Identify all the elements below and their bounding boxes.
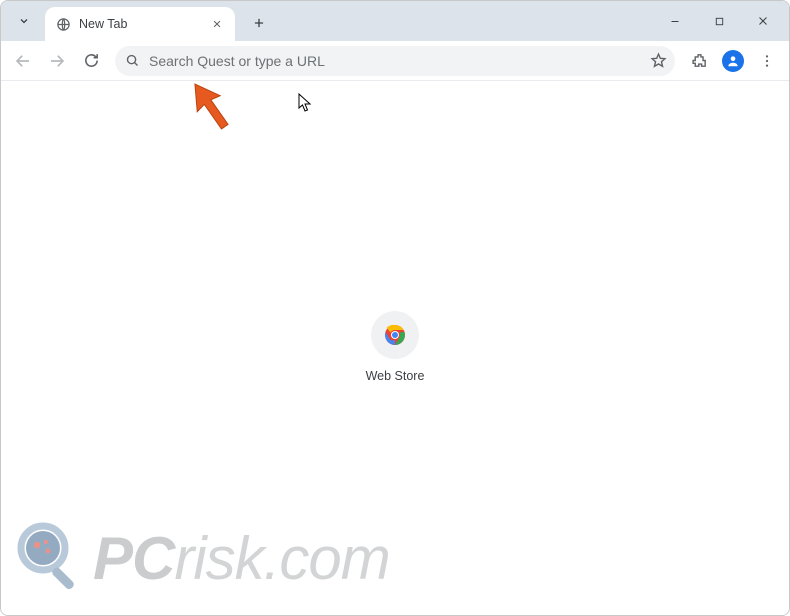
- avatar-icon: [722, 50, 744, 72]
- tab-title: New Tab: [79, 17, 209, 31]
- plus-icon: [252, 16, 266, 30]
- maximize-button[interactable]: [697, 5, 741, 37]
- shortcut-web-store[interactable]: Web Store: [345, 311, 445, 383]
- tab-strip: New Tab: [1, 1, 789, 41]
- minimize-icon: [669, 15, 681, 27]
- close-icon: [212, 19, 222, 29]
- page-content: Web Store: [1, 81, 789, 615]
- minimize-button[interactable]: [653, 5, 697, 37]
- reload-button[interactable]: [75, 45, 107, 77]
- arrow-left-icon: [14, 52, 32, 70]
- star-icon: [650, 52, 667, 69]
- kebab-icon: [759, 53, 775, 69]
- puzzle-icon: [691, 52, 708, 69]
- forward-button[interactable]: [41, 45, 73, 77]
- new-tab-button[interactable]: [245, 9, 273, 37]
- search-icon: [123, 52, 141, 70]
- globe-icon: [55, 16, 71, 32]
- arrow-right-icon: [48, 52, 66, 70]
- browser-tab[interactable]: New Tab: [45, 7, 235, 41]
- back-button[interactable]: [7, 45, 39, 77]
- window-controls: [653, 1, 785, 41]
- reload-icon: [83, 52, 100, 69]
- browser-window: New Tab: [0, 0, 790, 616]
- address-bar[interactable]: [115, 46, 675, 76]
- toolbar: [1, 41, 789, 81]
- bookmark-button[interactable]: [649, 52, 667, 70]
- close-icon: [757, 15, 769, 27]
- profile-button[interactable]: [717, 45, 749, 77]
- close-tab-button[interactable]: [209, 16, 225, 32]
- shortcut-tile: [371, 311, 419, 359]
- address-input[interactable]: [149, 53, 649, 69]
- extensions-button[interactable]: [683, 45, 715, 77]
- maximize-icon: [714, 16, 725, 27]
- chevron-down-icon: [18, 15, 30, 27]
- tab-search-button[interactable]: [7, 4, 41, 38]
- shortcut-label: Web Store: [345, 369, 445, 383]
- chrome-icon: [383, 323, 407, 347]
- close-window-button[interactable]: [741, 5, 785, 37]
- menu-button[interactable]: [751, 45, 783, 77]
